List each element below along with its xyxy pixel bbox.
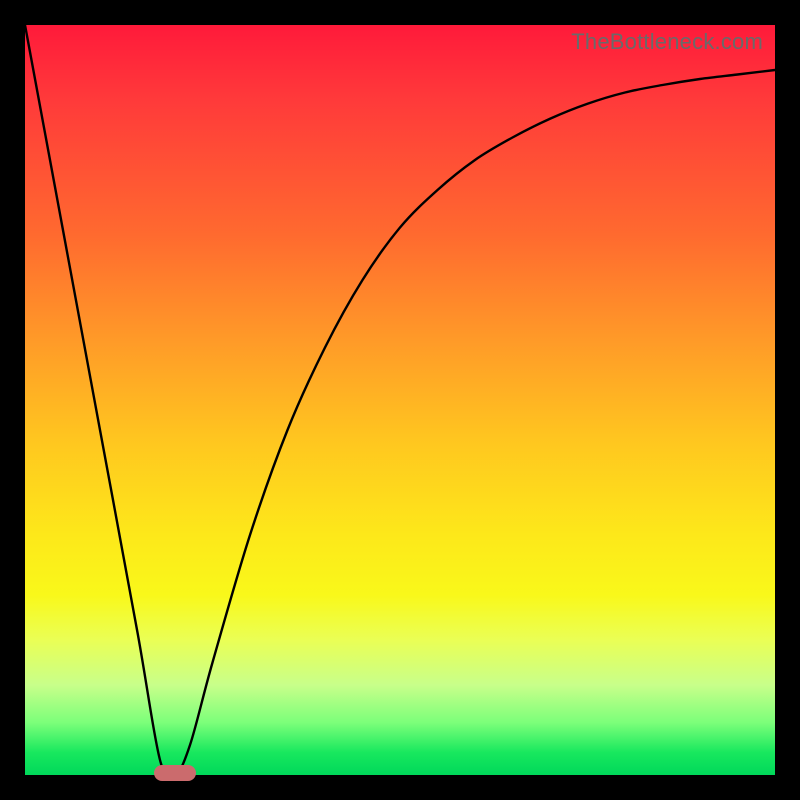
bottleneck-curve [25,25,775,775]
optimal-point-marker [154,765,196,781]
chart-plot-area: TheBottleneck.com [25,25,775,775]
